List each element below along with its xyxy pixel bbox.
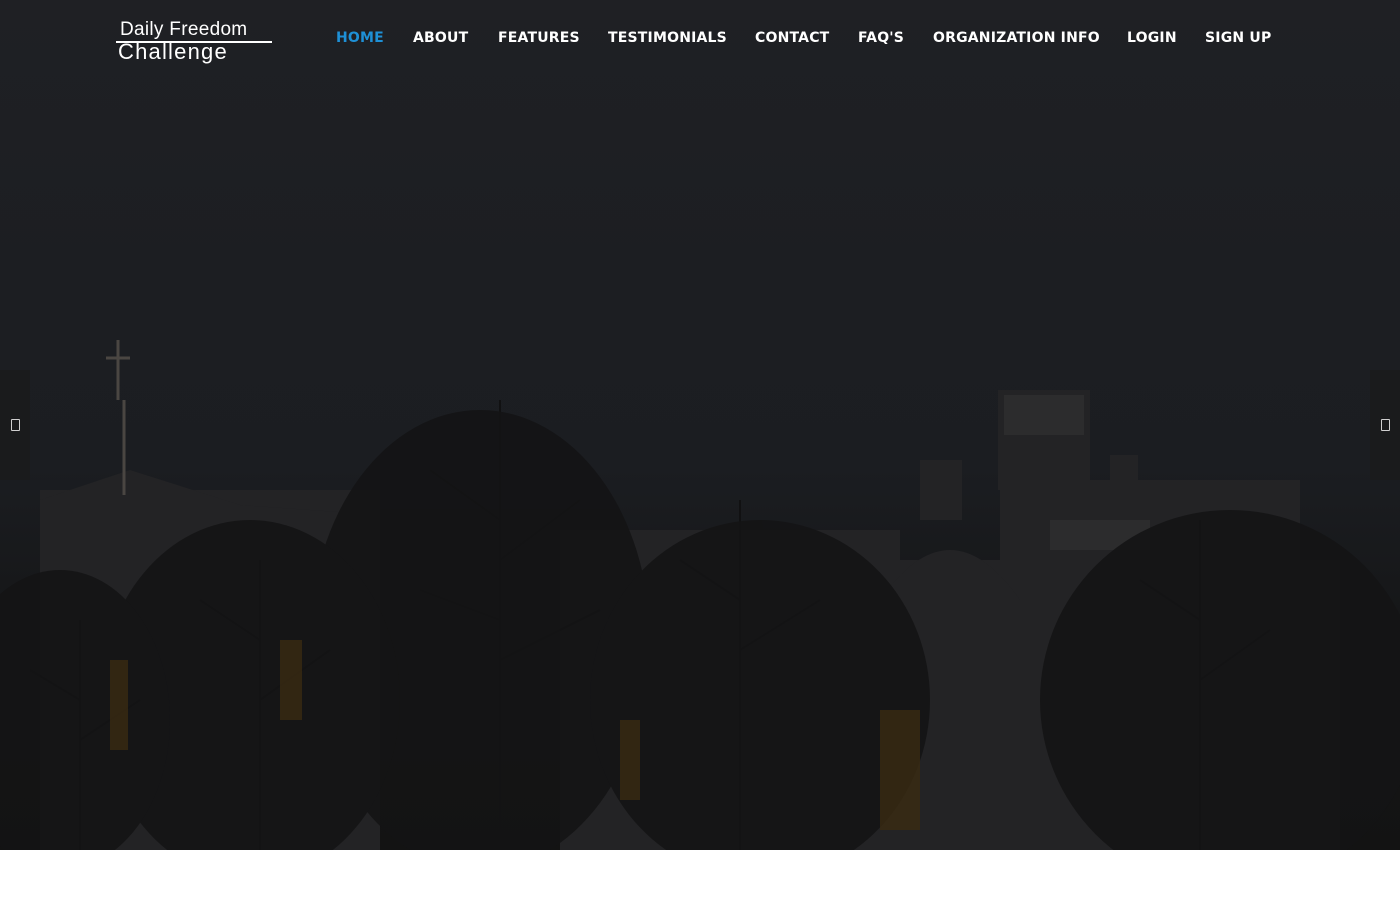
nav-features[interactable]: FEATURES xyxy=(498,30,580,46)
nav-sign-up[interactable]: SIGN UP xyxy=(1205,30,1271,46)
nav-organization-info[interactable]: ORGANIZATION INFO xyxy=(933,30,1100,46)
main-navigation: HOME ABOUT FEATURES TESTIMONIALS CONTACT… xyxy=(0,30,1400,50)
slider-prev-button[interactable] xyxy=(0,370,30,480)
hero-slider: Daily Freedom Challenge HOME ABOUT FEATU… xyxy=(0,0,1400,850)
nav-contact[interactable]: CONTACT xyxy=(755,30,829,46)
slider-next-button[interactable] xyxy=(1370,370,1400,480)
square-outline-icon xyxy=(1380,419,1390,431)
hero-background-image xyxy=(0,340,1400,850)
nav-home[interactable]: HOME xyxy=(336,30,384,46)
nav-faqs[interactable]: FAQ'S xyxy=(858,30,904,46)
nav-login[interactable]: LOGIN xyxy=(1127,30,1177,46)
square-outline-icon xyxy=(10,419,20,431)
nav-testimonials[interactable]: TESTIMONIALS xyxy=(608,30,727,46)
nav-about[interactable]: ABOUT xyxy=(413,30,468,46)
